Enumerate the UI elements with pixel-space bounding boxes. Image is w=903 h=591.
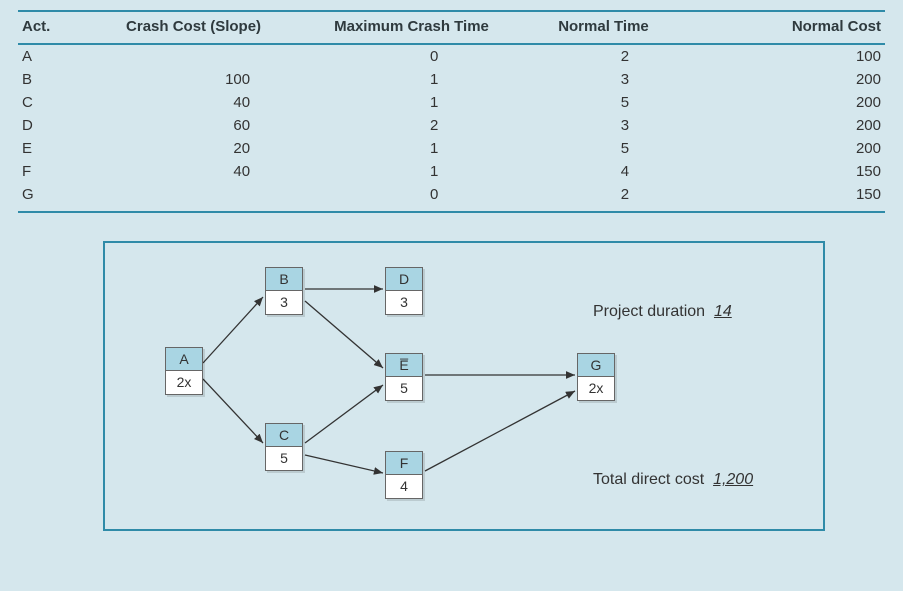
cell-slope: 20	[122, 137, 330, 160]
network-diagram: A 2x B 3 C 5 D 3 E̅ 5 F 4	[103, 241, 825, 531]
duration-text: Project duration	[593, 303, 705, 320]
total-direct-cost-label: Total direct cost 1,200	[593, 471, 753, 489]
node-D: D 3	[385, 267, 423, 315]
cell-max: 2	[330, 114, 538, 137]
cell-ncost: 150	[712, 183, 885, 212]
cell-ncost: 200	[712, 91, 885, 114]
cell-ntime: 2	[538, 44, 711, 68]
node-label: E̅	[385, 353, 423, 377]
cell-ncost: 150	[712, 160, 885, 183]
node-value: 4	[385, 475, 423, 499]
table-header-row: Act. Crash Cost (Slope) Maximum Crash Ti…	[18, 11, 885, 44]
table-row: D 60 2 3 200	[18, 114, 885, 137]
project-duration-label: Project duration 14	[593, 303, 732, 321]
node-E: E̅ 5	[385, 353, 423, 401]
header-max: Maximum Crash Time	[330, 11, 538, 44]
cell-ntime: 5	[538, 91, 711, 114]
node-F: F 4	[385, 451, 423, 499]
table-row: E 20 1 5 200	[18, 137, 885, 160]
cell-slope: 40	[122, 160, 330, 183]
cell-act: F	[18, 160, 122, 183]
cell-max: 0	[330, 44, 538, 68]
cell-ntime: 3	[538, 68, 711, 91]
cell-ntime: 5	[538, 137, 711, 160]
cell-ntime: 2	[538, 183, 711, 212]
node-value: 5	[265, 447, 303, 471]
header-act: Act.	[18, 11, 122, 44]
node-A: A 2x	[165, 347, 203, 395]
cell-max: 1	[330, 91, 538, 114]
cell-slope: 100	[122, 68, 330, 91]
node-label: G	[577, 353, 615, 377]
cell-act: B	[18, 68, 122, 91]
cell-max: 0	[330, 183, 538, 212]
cell-act: C	[18, 91, 122, 114]
header-slope: Crash Cost (Slope)	[122, 11, 330, 44]
cost-value: 1,200	[713, 471, 753, 488]
cell-max: 1	[330, 137, 538, 160]
header-ncost: Normal Cost	[712, 11, 885, 44]
crash-cost-table: Act. Crash Cost (Slope) Maximum Crash Ti…	[18, 10, 885, 213]
cell-ncost: 200	[712, 137, 885, 160]
node-value: 3	[385, 291, 423, 315]
cell-act: E	[18, 137, 122, 160]
table-row: F 40 1 4 150	[18, 160, 885, 183]
cell-act: A	[18, 44, 122, 68]
node-value: 3	[265, 291, 303, 315]
table-row: B 100 1 3 200	[18, 68, 885, 91]
node-label: B	[265, 267, 303, 291]
table-row: C 40 1 5 200	[18, 91, 885, 114]
cell-act: G	[18, 183, 122, 212]
cell-slope	[122, 183, 330, 212]
cell-ncost: 200	[712, 114, 885, 137]
node-label: C	[265, 423, 303, 447]
cell-ntime: 4	[538, 160, 711, 183]
cell-max: 1	[330, 68, 538, 91]
cell-ncost: 100	[712, 44, 885, 68]
header-ntime: Normal Time	[538, 11, 711, 44]
node-label: D	[385, 267, 423, 291]
node-value: 2x	[165, 371, 203, 395]
cell-slope	[122, 44, 330, 68]
node-C: C 5	[265, 423, 303, 471]
cost-text: Total direct cost	[593, 471, 704, 488]
node-B: B 3	[265, 267, 303, 315]
cell-ncost: 200	[712, 68, 885, 91]
cell-max: 1	[330, 160, 538, 183]
duration-value: 14	[714, 303, 732, 320]
node-label: F	[385, 451, 423, 475]
node-value: 5	[385, 377, 423, 401]
cell-act: D	[18, 114, 122, 137]
cell-ntime: 3	[538, 114, 711, 137]
node-label: A	[165, 347, 203, 371]
cell-slope: 60	[122, 114, 330, 137]
table-row: A 0 2 100	[18, 44, 885, 68]
table-row: G 0 2 150	[18, 183, 885, 212]
cell-slope: 40	[122, 91, 330, 114]
node-G: G 2x	[577, 353, 615, 401]
node-value: 2x	[577, 377, 615, 401]
